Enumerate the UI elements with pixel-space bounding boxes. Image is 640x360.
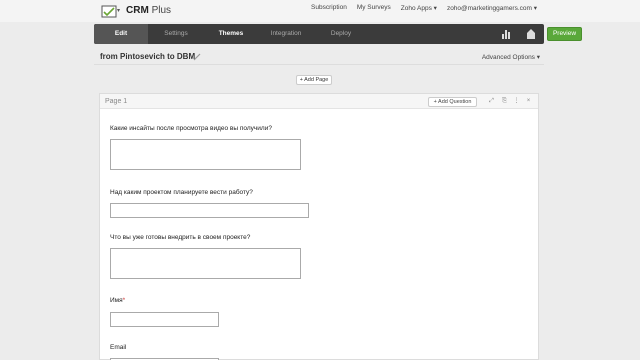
divider	[94, 64, 544, 65]
more-icon[interactable]: ⋮	[513, 98, 520, 105]
pencil-icon[interactable]	[193, 53, 201, 61]
bar-chart-icon[interactable]	[498, 27, 514, 41]
question-label-text: Имя	[110, 297, 123, 304]
top-links: Subscription My Surveys Zoho Apps ▾ zoho…	[301, 4, 537, 12]
share-icon[interactable]	[523, 27, 539, 41]
page-card: Page 1 + Add Question ⤢ ⎘ ⋮ × Какие инса…	[99, 93, 539, 360]
app-name-text: CRM	[126, 5, 149, 16]
tab-settings[interactable]: Settings	[148, 24, 204, 44]
app-name: CRM Plus	[126, 5, 171, 16]
question-label: Над каким проектом планируете вести рабо…	[110, 189, 253, 196]
advanced-options-menu[interactable]: Advanced Options ▾	[482, 53, 540, 61]
question-label: Имя*	[110, 297, 125, 304]
tab-integration[interactable]: Integration	[258, 24, 314, 44]
top-bar: ▾ CRM Plus Subscription My Surveys Zoho …	[0, 0, 640, 22]
answer-field[interactable]	[110, 203, 309, 218]
add-question-button[interactable]: + Add Question	[428, 97, 477, 107]
required-mark: *	[122, 297, 126, 304]
question-label: Email	[110, 344, 127, 351]
my-surveys-link[interactable]: My Surveys	[357, 4, 391, 12]
add-page-button[interactable]: + Add Page	[296, 75, 332, 85]
answer-textarea[interactable]	[110, 248, 301, 279]
main-navbar: Edit Settings Themes Integration Deploy …	[94, 24, 582, 44]
tab-themes[interactable]: Themes	[204, 24, 258, 44]
name-field[interactable]	[110, 312, 219, 327]
user-menu[interactable]: zoho@marketinggamers.com ▾	[447, 4, 537, 12]
preview-button[interactable]: Preview	[547, 27, 582, 41]
copy-icon[interactable]: ⎘	[501, 98, 508, 105]
page-header: Page 1 + Add Question ⤢ ⎘ ⋮ ×	[100, 94, 538, 109]
expand-icon[interactable]: ⤢	[488, 98, 495, 105]
zoho-apps-menu[interactable]: Zoho Apps ▾	[401, 4, 437, 12]
answer-textarea[interactable]	[110, 139, 301, 170]
close-icon[interactable]: ×	[525, 98, 532, 105]
question-label: Какие инсайты после просмотра видео вы п…	[110, 125, 272, 132]
tab-edit[interactable]: Edit	[94, 24, 148, 44]
subscription-link[interactable]: Subscription	[311, 4, 347, 12]
tab-deploy[interactable]: Deploy	[314, 24, 368, 44]
survey-title: from Pintosevich to DBM	[100, 52, 196, 61]
question-label: Что вы уже готовы внедрить в своем проек…	[110, 234, 251, 241]
page-label: Page 1	[105, 98, 128, 105]
app-name-suffix: Plus	[151, 5, 172, 16]
chevron-down-icon[interactable]: ▾	[117, 7, 120, 14]
